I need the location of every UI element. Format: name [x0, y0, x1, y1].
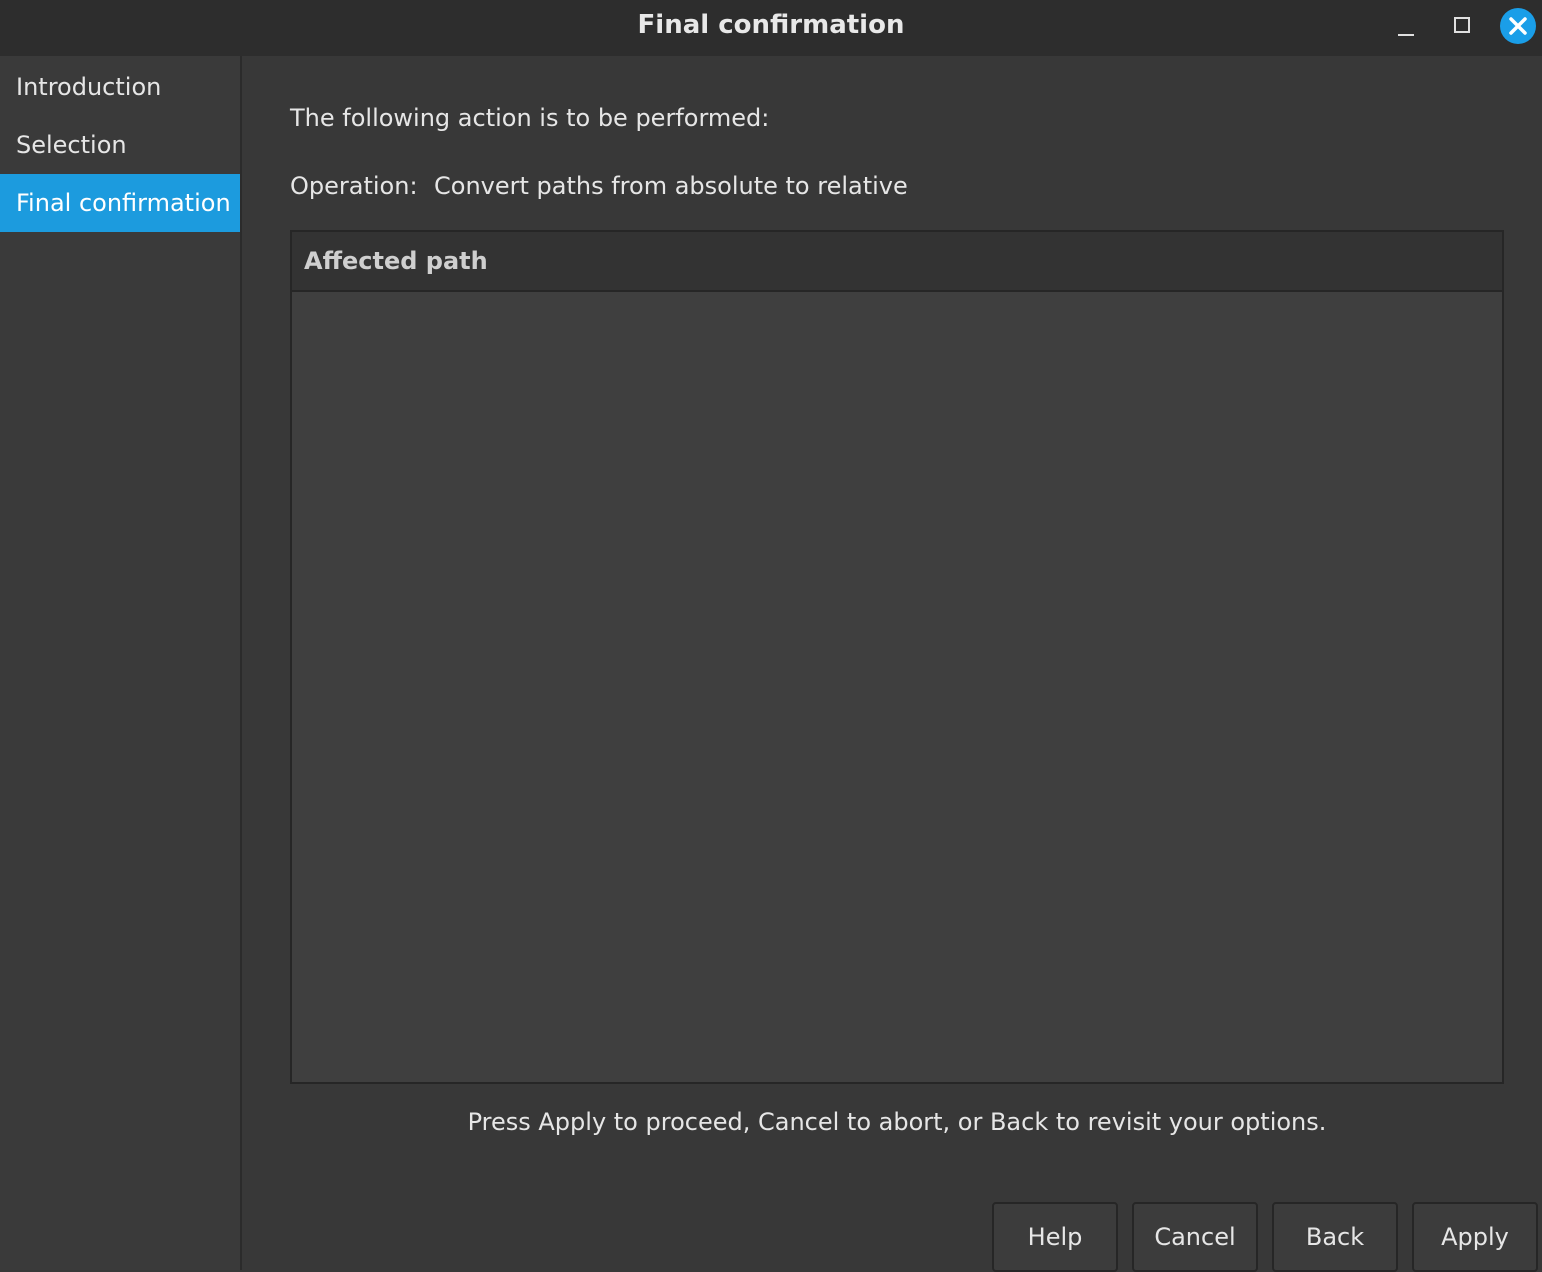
maximize-icon [1454, 17, 1470, 33]
operation-label: Operation: [290, 172, 418, 200]
sidebar-item-introduction[interactable]: Introduction [0, 58, 240, 116]
maximize-button[interactable] [1444, 8, 1480, 44]
table-header: Affected path [292, 232, 1502, 292]
operation-value: Convert paths from absolute to relative [434, 172, 908, 200]
window-title: Final confirmation [637, 10, 905, 40]
column-header-affected-path[interactable]: Affected path [304, 232, 488, 290]
minimize-icon [1398, 34, 1414, 36]
help-button[interactable]: Help [992, 1202, 1118, 1272]
back-button[interactable]: Back [1272, 1202, 1398, 1272]
apply-button[interactable]: Apply [1412, 1202, 1538, 1272]
cancel-button[interactable]: Cancel [1132, 1202, 1258, 1272]
title-bar[interactable]: Final confirmation [0, 0, 1542, 56]
close-icon [1509, 17, 1527, 35]
sidebar-item-final-confirmation[interactable]: Final confirmation [0, 174, 240, 232]
minimize-button[interactable] [1388, 8, 1424, 44]
dialog-window: Final confirmation Introduction Selectio… [0, 0, 1542, 1272]
main-panel: The following action is to be performed:… [242, 56, 1542, 1272]
intro-text: The following action is to be performed: [290, 104, 770, 132]
sidebar-item-selection[interactable]: Selection [0, 116, 240, 174]
close-button[interactable] [1500, 8, 1536, 44]
affected-paths-table[interactable]: Affected path [290, 230, 1504, 1084]
instruction-text: Press Apply to proceed, Cancel to abort,… [467, 1108, 1327, 1136]
wizard-steps-sidebar: Introduction Selection Final confirmatio… [0, 56, 242, 1270]
